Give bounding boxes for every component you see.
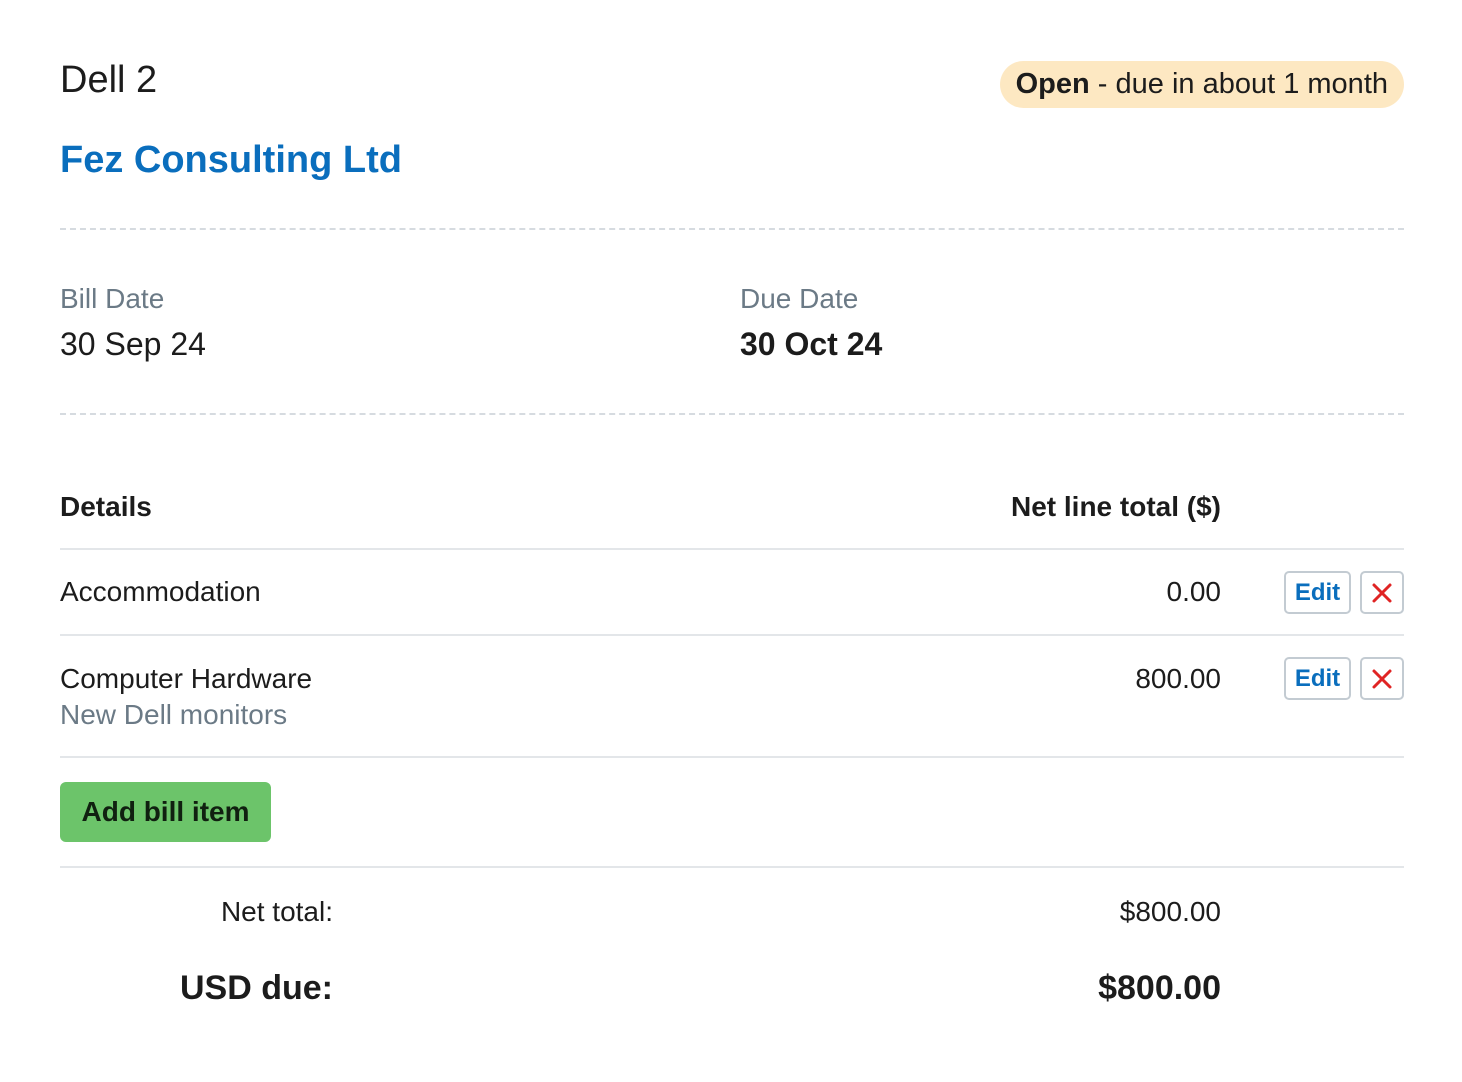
divider (60, 228, 1404, 230)
status-label: Open (1015, 68, 1090, 100)
row-divider (60, 756, 1404, 758)
net-total-label: Net total: (220, 896, 333, 927)
due-date-label: Due Date (740, 283, 859, 314)
table-row: Computer Hardware New Dell monitors 800.… (60, 635, 1404, 756)
amount-due-label: USD due: (180, 969, 333, 1007)
item-amount: 0.00 (1166, 576, 1222, 607)
due-date-block: Due Date 30 Oct 24 (740, 282, 882, 365)
bill-date-value: 30 Sep 24 (60, 326, 206, 362)
bill-page: Dell 2 Open - due in about 1 month Fez C… (60, 0, 1404, 1082)
bill-date-block: Bill Date 30 Sep 24 (60, 282, 206, 365)
bill-date-label: Bill Date (60, 283, 165, 314)
totals-divider (60, 866, 1404, 868)
bill-title: Dell 2 (60, 59, 158, 101)
amount-due-value: $800.00 (1098, 969, 1221, 1007)
due-date-value: 30 Oct 24 (740, 326, 883, 362)
item-description: New Dell monitors (60, 699, 288, 730)
status-badge: Open - due in about 1 month (999, 61, 1404, 108)
divider (60, 413, 1404, 415)
delete-button[interactable] (1360, 571, 1404, 614)
contact-link[interactable]: Fez Consulting Ltd (60, 136, 402, 184)
edit-button[interactable]: Edit (1284, 657, 1351, 700)
status-separator: - (1089, 68, 1116, 100)
add-bill-item-button[interactable]: Add bill item (60, 782, 271, 842)
delete-button[interactable] (1360, 657, 1404, 700)
net-total-value: $800.00 (1119, 896, 1221, 927)
status-text: due in about 1 month (1115, 68, 1388, 100)
close-icon (1372, 583, 1392, 602)
net-line-total-column-header: Net line total ($) (1010, 491, 1221, 522)
close-icon (1372, 669, 1392, 688)
table-row: Accommodation 0.00 Edit (60, 549, 1404, 634)
details-column-header: Details (60, 491, 152, 522)
item-amount: 800.00 (1135, 663, 1221, 694)
edit-button[interactable]: Edit (1284, 571, 1351, 614)
item-name: Accommodation (60, 576, 261, 607)
item-name: Computer Hardware (60, 663, 313, 694)
